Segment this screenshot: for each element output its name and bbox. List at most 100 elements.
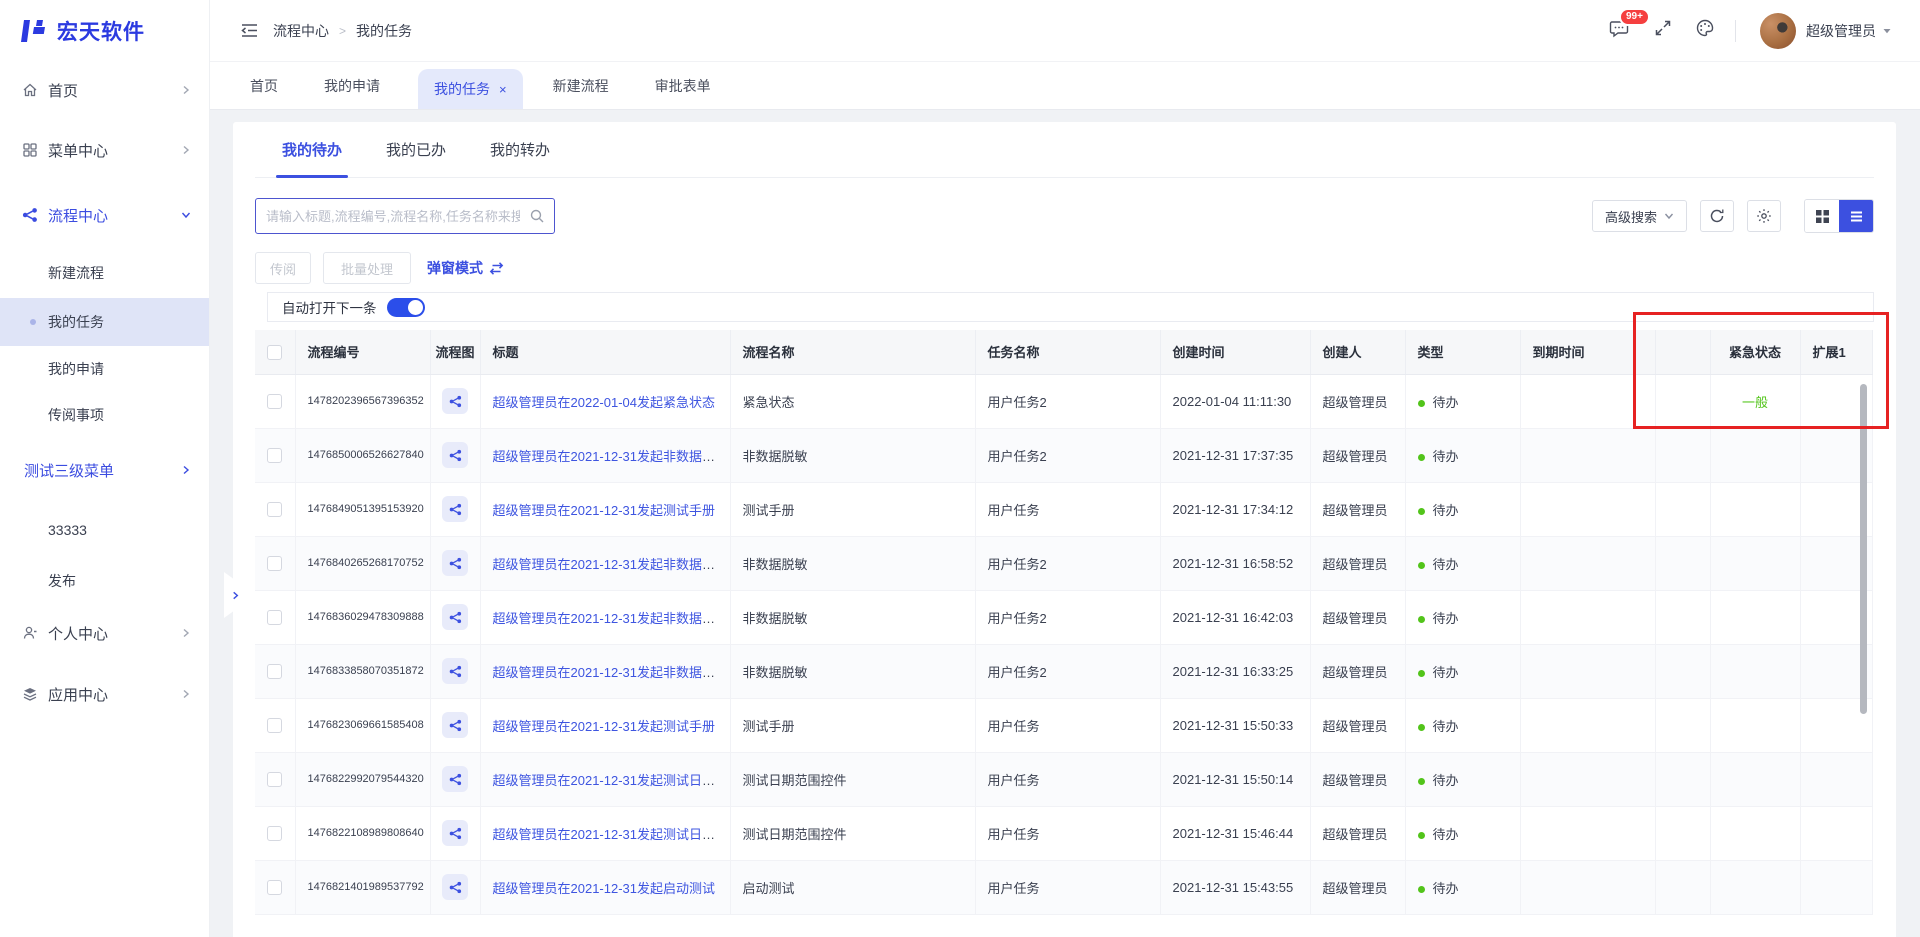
refresh-button[interactable] [1700, 200, 1734, 232]
sidebar-item-label: 菜单中心 [48, 140, 108, 161]
sidebar-item-33333[interactable]: 33333 [0, 502, 209, 558]
fullscreen-button[interactable] [1653, 18, 1673, 43]
row-checkbox[interactable] [267, 448, 282, 463]
topbar-actions: 99+ 超级管理员 [1609, 13, 1892, 49]
task-title-link[interactable]: 超级管理员在2021-12-31发起启动测试 [493, 881, 716, 896]
username[interactable]: 超级管理员 [1806, 21, 1876, 41]
page-tab-my-tasks[interactable]: 我的任务 × [418, 69, 523, 109]
sidebar-item-publish[interactable]: 发布 [0, 558, 209, 604]
sidebar-item-process-center[interactable]: 流程中心 [0, 182, 209, 248]
popup-mode-toggle[interactable]: 弹窗模式 [427, 258, 504, 278]
due-time-cell [1520, 698, 1655, 752]
page-tab-new-process[interactable]: 新建流程 [553, 62, 609, 109]
search-input[interactable] [255, 198, 555, 234]
flow-diagram-icon[interactable] [442, 550, 468, 576]
task-title-link[interactable]: 超级管理员在2021-12-31发起非数据脱敏 [493, 611, 729, 626]
status-dot [1418, 562, 1425, 569]
auto-open-toggle[interactable] [387, 298, 425, 317]
theme-button[interactable] [1695, 18, 1715, 43]
table-scrollbar-thumb[interactable] [1860, 384, 1867, 714]
select-all-checkbox[interactable] [267, 345, 282, 360]
sidebar-item-test-third-level-menu[interactable]: 测试三级菜单 [0, 438, 209, 502]
sidebar-item-app-center[interactable]: 应用中心 [0, 662, 209, 726]
urgent-cell [1710, 644, 1800, 698]
page-tab-approval-forms[interactable]: 审批表单 [655, 62, 711, 109]
row-checkbox[interactable] [267, 772, 282, 787]
circulate-label: 传阅 [270, 259, 296, 278]
flow-diagram-icon[interactable] [442, 820, 468, 846]
row-checkbox[interactable] [267, 610, 282, 625]
menu-fold-icon[interactable] [240, 21, 259, 40]
search-icon[interactable] [529, 208, 545, 224]
urgent-cell [1710, 806, 1800, 860]
page-tab-my-applications[interactable]: 我的申请 [324, 62, 380, 109]
task-title-link[interactable]: 超级管理员在2021-12-31发起测试日期范... [493, 827, 731, 842]
row-checkbox[interactable] [267, 502, 282, 517]
settings-button[interactable] [1747, 200, 1781, 232]
flow-diagram-icon[interactable] [442, 874, 468, 900]
breadcrumb-parent[interactable]: 流程中心 [273, 21, 329, 41]
spacer-cell [1655, 644, 1710, 698]
flow-diagram-icon[interactable] [442, 712, 468, 738]
process-id-cell: 1476850006526627840 [295, 428, 430, 482]
card-view-button[interactable] [1805, 200, 1839, 232]
table-row: 1476840265268170752超级管理员在2021-12-31发起非数据… [255, 536, 1872, 590]
refresh-icon [1709, 208, 1725, 224]
subtab-my-done[interactable]: 我的已办 [376, 122, 456, 178]
flow-diagram-glyph [449, 503, 462, 516]
due-time-cell [1520, 374, 1655, 428]
flow-diagram-icon[interactable] [442, 388, 468, 414]
column-header: 到期时间 [1520, 330, 1655, 374]
flow-diagram-icon[interactable] [442, 766, 468, 792]
row-checkbox[interactable] [267, 556, 282, 571]
creator-cell: 超级管理员 [1310, 806, 1405, 860]
subtab-my-todo[interactable]: 我的待办 [272, 122, 352, 178]
process-id-cell: 1476822992079544320 [295, 752, 430, 806]
flow-diagram-icon[interactable] [442, 442, 468, 468]
row-checkbox[interactable] [267, 718, 282, 733]
sidebar-item-label: 新建流程 [48, 263, 104, 283]
sidebar-item-label: 应用中心 [48, 684, 108, 705]
subtab-my-transferred[interactable]: 我的转办 [480, 122, 560, 178]
creator-cell: 超级管理员 [1310, 860, 1405, 914]
row-checkbox[interactable] [267, 880, 282, 895]
sidebar-item-new-process[interactable]: 新建流程 [0, 248, 209, 298]
sidebar-item-circulated-items[interactable]: 传阅事项 [0, 392, 209, 438]
task-title-link[interactable]: 超级管理员在2022-01-04发起紧急状态 [493, 395, 716, 410]
list-view-button[interactable] [1839, 200, 1873, 232]
task-title-link[interactable]: 超级管理员在2021-12-31发起测试手册 [493, 719, 716, 734]
task-title-link[interactable]: 超级管理员在2021-12-31发起非数据脱敏 [493, 449, 729, 464]
creator-cell: 超级管理员 [1310, 374, 1405, 428]
circulate-button[interactable]: 传阅 [255, 252, 311, 284]
flow-diagram-icon[interactable] [442, 604, 468, 630]
batch-process-button[interactable]: 批量处理 [323, 252, 411, 284]
row-checkbox[interactable] [267, 664, 282, 679]
logo[interactable]: 宏天软件 [0, 0, 209, 62]
status-text: 待办 [1433, 449, 1459, 464]
task-title-link[interactable]: 超级管理员在2021-12-31发起测试手册 [493, 503, 716, 518]
sidebar-item-my-applications[interactable]: 我的申请 [0, 346, 209, 392]
flow-diagram-icon[interactable] [442, 658, 468, 684]
sidebar-item-my-tasks[interactable]: 我的任务 [0, 298, 209, 346]
main-area: 流程中心 > 我的任务 99+ 超级管理员 [210, 0, 1920, 937]
sidebar-item-menu-center[interactable]: 菜单中心 [0, 118, 209, 182]
messages-button[interactable]: 99+ [1609, 18, 1629, 43]
task-title-link[interactable]: 超级管理员在2021-12-31发起非数据脱敏 [493, 665, 729, 680]
user-caret-down-icon[interactable] [1882, 26, 1892, 36]
chevron-right-icon [181, 628, 191, 638]
sidebar-item-label: 测试三级菜单 [24, 460, 114, 481]
flow-diagram-glyph [449, 881, 462, 894]
sidebar-item-personal-center[interactable]: 个人中心 [0, 604, 209, 662]
sidebar-item-home[interactable]: 首页 [0, 62, 209, 118]
table-row: 1476822992079544320 超级管理员在2021-12-31发起测试日… [255, 752, 1872, 806]
task-title-link[interactable]: 超级管理员在2021-12-31发起测试日期范... [493, 773, 731, 788]
avatar[interactable] [1760, 13, 1796, 49]
row-checkbox[interactable] [267, 394, 282, 409]
advanced-search-button[interactable]: 高级搜索 [1592, 200, 1687, 232]
task-title-link[interactable]: 超级管理员在2021-12-31发起非数据脱敏 [493, 557, 729, 572]
flow-diagram-icon[interactable] [442, 496, 468, 522]
close-icon[interactable]: × [499, 82, 507, 97]
row-checkbox[interactable] [267, 826, 282, 841]
tab-label: 审批表单 [655, 76, 711, 96]
page-tab-home[interactable]: 首页 [250, 62, 278, 109]
